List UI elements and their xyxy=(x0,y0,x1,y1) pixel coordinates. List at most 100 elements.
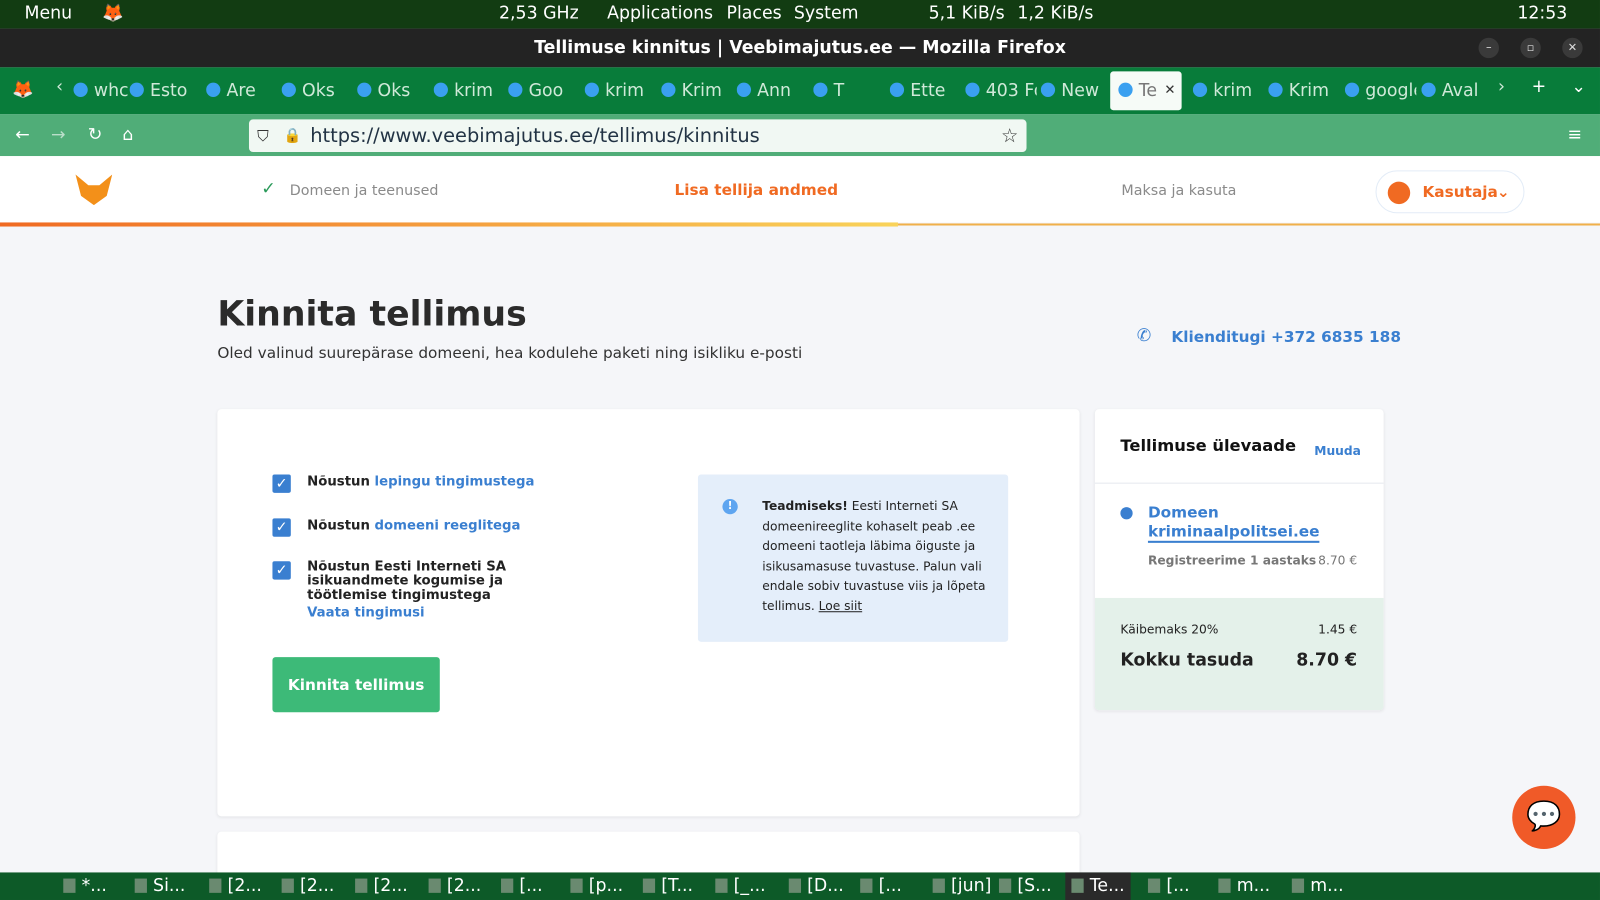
taskbar-label: m... xyxy=(1236,875,1271,896)
tab-label: T xyxy=(833,80,845,102)
home-icon[interactable]: ⌂ xyxy=(122,124,133,144)
minimize-button[interactable]: – xyxy=(1478,37,1499,59)
taskbar-item[interactable]: [_... xyxy=(715,876,766,896)
new-tab-button[interactable]: + xyxy=(1532,77,1547,97)
taskbar-label: [S... xyxy=(1017,875,1052,896)
step-1[interactable]: Domeen ja teenused xyxy=(290,183,439,199)
url-text[interactable]: https://www.veebimajutus.ee/tellimus/kin… xyxy=(310,124,760,146)
read-more-link[interactable]: Loe siit xyxy=(819,599,863,613)
domain-rules-link[interactable]: domeeni reeglitega xyxy=(375,518,521,533)
taskbar-item[interactable]: m... xyxy=(1291,876,1344,896)
menu-icon[interactable]: ≡ xyxy=(1567,124,1582,144)
item-desc: Registreerime 1 aastaks xyxy=(1147,553,1317,568)
browser-tab[interactable]: Ette xyxy=(889,71,961,110)
view-terms-link[interactable]: Vaata tingimusi xyxy=(307,606,424,620)
phone-icon: ✆ xyxy=(1136,325,1152,346)
browser-tab[interactable]: google xyxy=(1344,71,1416,110)
app-icon xyxy=(788,878,802,893)
tab-label: krim xyxy=(1213,80,1253,102)
browser-tab[interactable]: Are xyxy=(206,71,277,110)
domain-link[interactable]: kriminaalpolitsei.ee xyxy=(1147,522,1320,543)
taskbar-label: [... xyxy=(878,875,902,896)
browser-tab[interactable]: Oks xyxy=(357,71,428,110)
contract-terms-link[interactable]: lepingu tingimustega xyxy=(375,474,535,489)
checkbox-privacy[interactable]: ✓ xyxy=(272,561,291,580)
taskbar-item[interactable]: *... xyxy=(63,876,107,896)
app-icon xyxy=(209,878,222,893)
browser-tab[interactable]: T xyxy=(813,71,884,110)
browser-tab[interactable]: Krim xyxy=(1268,71,1339,110)
site-header: ✓ Domeen ja teenused Lisa tellija andmed… xyxy=(0,156,1600,223)
taskbar-item[interactable]: [... xyxy=(501,876,543,896)
app-icon xyxy=(1071,878,1084,893)
taskbar-item[interactable]: m... xyxy=(1218,876,1270,896)
applications-menu[interactable]: Applications xyxy=(607,3,713,23)
maximize-button[interactable]: ▫ xyxy=(1520,37,1541,59)
taskbar-label: [T... xyxy=(661,875,694,896)
taskbar-item[interactable]: [... xyxy=(1147,876,1190,896)
system-panel: Menu 🦊 2,53 GHz Applications Places Syst… xyxy=(0,0,1600,29)
url-bar[interactable]: ⛉ 🔒 https://www.veebimajutus.ee/tellimus… xyxy=(248,119,1027,153)
progress-track xyxy=(897,223,1600,226)
taskbar-item[interactable]: [2... xyxy=(209,876,262,896)
shield-icon[interactable]: ⛉ xyxy=(257,119,268,152)
taskbar-label: [... xyxy=(519,875,543,896)
firefox-view-icon[interactable]: 🦊 xyxy=(12,80,34,100)
menu-button[interactable]: Menu xyxy=(24,3,72,23)
chat-button[interactable]: 💬 xyxy=(1512,785,1576,849)
taskbar-item[interactable]: [D... xyxy=(788,876,844,896)
browser-tab[interactable]: Ann xyxy=(736,71,808,110)
browser-tab[interactable]: krim xyxy=(433,71,505,110)
tab-favicon-icon xyxy=(357,82,372,97)
browser-tab[interactable]: Esto xyxy=(129,71,201,110)
taskbar-item[interactable]: [T... xyxy=(642,875,694,896)
taskbar-item[interactable]: [... xyxy=(860,876,902,896)
checkbox-domain-rules[interactable]: ✓ xyxy=(272,518,291,537)
item-type: Domeen xyxy=(1147,503,1219,522)
taskbar-item[interactable]: [S... xyxy=(998,875,1052,896)
edit-order-link[interactable]: Muuda xyxy=(1314,444,1361,458)
taskbar-item[interactable]: [jun] xyxy=(932,875,992,896)
browser-tab[interactable]: Krim xyxy=(661,71,732,110)
reload-icon[interactable]: ↻ xyxy=(88,124,103,144)
scroll-tabs-right[interactable]: › xyxy=(1498,77,1505,97)
step-3: Maksa ja kasuta xyxy=(1121,182,1237,199)
places-menu[interactable]: Places xyxy=(727,3,782,23)
taskbar-label: [2... xyxy=(446,875,482,896)
bookmark-star-icon[interactable]: ☆ xyxy=(1001,119,1018,152)
taskbar-item[interactable]: Si... xyxy=(134,875,186,896)
back-icon[interactable]: ← xyxy=(15,124,30,144)
taskbar-item[interactable]: [2... xyxy=(355,876,408,896)
taskbar-item[interactable]: Te... xyxy=(1065,872,1131,900)
taskbar-label: Si... xyxy=(153,875,186,896)
browser-tab[interactable]: Te ✕ xyxy=(1110,71,1182,111)
system-menu[interactable]: System xyxy=(794,3,859,23)
account-button[interactable]: Kasutaja ⌄ xyxy=(1375,170,1525,214)
lock-icon[interactable]: 🔒 xyxy=(284,119,302,152)
browser-tab[interactable]: Aval xyxy=(1421,71,1492,110)
firefox-icon[interactable]: 🦊 xyxy=(102,3,124,23)
scroll-tabs-left[interactable]: ‹ xyxy=(56,77,63,97)
confirm-order-button[interactable]: Kinnita tellimus xyxy=(272,657,440,713)
taskbar-item[interactable]: [p... xyxy=(570,876,623,896)
browser-tab[interactable]: New xyxy=(1040,71,1112,110)
checkbox-terms[interactable]: ✓ xyxy=(272,474,291,493)
close-tab-icon[interactable]: ✕ xyxy=(1164,71,1175,110)
support-phone-link[interactable]: Klienditugi +372 6835 188 xyxy=(1171,328,1401,346)
list-tabs-button[interactable]: ⌄ xyxy=(1571,77,1586,97)
clock[interactable]: 12:53 xyxy=(1517,3,1567,23)
browser-tab[interactable]: krim xyxy=(584,71,656,110)
browser-tab[interactable]: Oks xyxy=(281,71,353,110)
site-logo[interactable] xyxy=(75,174,113,206)
taskbar-label: [jun] xyxy=(951,875,992,896)
taskbar-item[interactable]: [2... xyxy=(428,875,482,896)
app-icon xyxy=(642,878,656,893)
close-window-button[interactable]: ✕ xyxy=(1562,37,1583,59)
browser-tab[interactable]: krim xyxy=(1192,71,1264,110)
item-price: 8.70 € xyxy=(1318,553,1358,568)
browser-tab[interactable]: Goo xyxy=(508,71,579,110)
taskbar-item[interactable]: [2... xyxy=(281,876,334,896)
tab-label: krim xyxy=(454,80,493,102)
browser-tab[interactable]: 403 Fo xyxy=(965,71,1037,110)
forward-icon[interactable]: → xyxy=(51,124,66,144)
